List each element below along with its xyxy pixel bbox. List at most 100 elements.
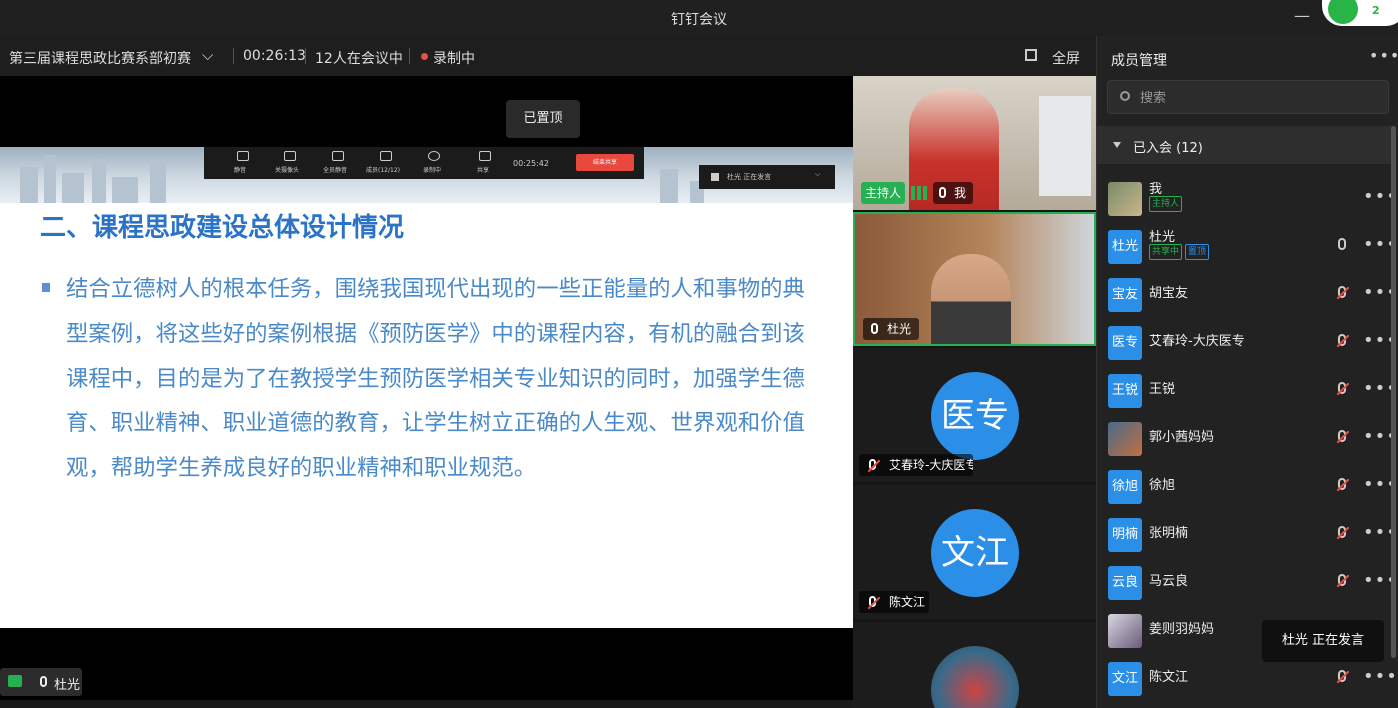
mic-off-icon[interactable] — [1338, 430, 1346, 442]
chevron-down-icon[interactable]: ⌵ — [815, 170, 820, 179]
mic-off-icon[interactable] — [1338, 334, 1346, 346]
camera-icon[interactable] — [284, 151, 296, 161]
mic-off-icon[interactable] — [1338, 670, 1346, 682]
bullet-icon — [42, 283, 50, 292]
toolbar-mute-all[interactable]: 全员静音 — [323, 165, 347, 174]
network-badge: 2 — [1372, 4, 1380, 17]
toolbar-members[interactable]: 成员(12/12) — [366, 165, 400, 174]
mic-off-icon[interactable] — [1338, 382, 1346, 394]
recording-status[interactable]: 录制中 — [433, 48, 475, 68]
network-widget[interactable]: 2 — [1322, 0, 1398, 26]
pinned-label: 已置顶 — [506, 100, 580, 138]
members-icon[interactable] — [380, 151, 392, 161]
video-tile-aichunling[interactable]: 医专 艾春玲-大庆医专 — [853, 348, 1096, 482]
mic-icon[interactable] — [237, 151, 249, 161]
search-box[interactable] — [1107, 80, 1389, 114]
record-icon[interactable] — [428, 151, 440, 161]
member-name: 王锐 — [1149, 382, 1176, 397]
mic-off-icon[interactable] — [1338, 478, 1346, 490]
member-row[interactable]: 徐旭 徐旭 ••• — [1097, 462, 1397, 510]
member-avatar: 宝友 — [1108, 278, 1142, 312]
mic-off-icon[interactable] — [1338, 574, 1346, 586]
panel-scrollbar[interactable] — [1391, 126, 1396, 658]
more-icon[interactable]: ••• — [1363, 666, 1398, 687]
speaking-toast: 杜光 正在发言 — [1262, 620, 1384, 662]
active-speaker-name: 杜光 — [54, 678, 81, 693]
member-row[interactable]: 云良 马云良 ••• — [1097, 558, 1397, 606]
member-avatar: 王锐 — [1108, 374, 1142, 408]
participant-name: 艾春玲-大庆医专 — [889, 458, 973, 472]
slide-next-arrow[interactable] — [833, 358, 853, 418]
title-bar: 钉钉会议 — 2 — [0, 0, 1398, 36]
member-row[interactable]: 王锐 王锐 ••• — [1097, 366, 1397, 414]
collapse-triangle-icon[interactable] — [1113, 142, 1121, 148]
participant-label: 艾春玲-大庆医专 — [859, 454, 973, 476]
member-panel: 成员管理 ••• 已入会 (12) 我 主持人 ••• 杜光 杜光 共享中 置顶… — [1096, 36, 1398, 708]
toolbar-share[interactable]: 共享 — [477, 165, 489, 174]
member-avatar — [1108, 182, 1142, 216]
member-row[interactable]: 宝友 胡宝友 ••• — [1097, 270, 1397, 318]
fullscreen-button[interactable]: 全屏 — [1052, 48, 1080, 68]
building-shape — [150, 163, 166, 203]
member-name: 陈文江 — [1149, 670, 1189, 685]
toolbar-camera[interactable]: 关摄像头 — [275, 165, 299, 174]
divider — [305, 48, 306, 64]
fullscreen-icon[interactable] — [1025, 49, 1037, 61]
participant-avatar — [931, 646, 1019, 708]
divider — [233, 48, 234, 64]
pinned-badge: 置顶 — [1185, 244, 1210, 260]
record-dot-icon — [421, 53, 428, 60]
building-shape — [112, 177, 138, 203]
more-icon[interactable]: ••• — [1369, 46, 1398, 65]
video-tile-speaker[interactable]: 杜光 — [853, 212, 1096, 346]
audio-bars-icon — [711, 173, 719, 181]
member-row[interactable]: 医专 艾春玲-大庆医专 ••• — [1097, 318, 1397, 366]
member-avatar: 杜光 — [1108, 230, 1142, 264]
speaking-text: 杜光 正在发言 — [727, 173, 772, 181]
minimize-button[interactable]: — — [1294, 6, 1310, 25]
member-name: 马云良 — [1149, 574, 1189, 589]
member-row[interactable]: 郭小茜妈妈 ••• — [1097, 414, 1397, 462]
participant-label: 杜光 — [863, 318, 919, 340]
search-input[interactable] — [1138, 87, 1382, 109]
building-shape — [20, 167, 38, 203]
toolbar-record[interactable]: 录制中 — [423, 165, 441, 174]
member-name: 我 — [1149, 182, 1163, 197]
video-gallery: 主持人 我 杜光 医专 艾春玲-大庆医专 文江 陈文江 — [853, 76, 1096, 708]
share-icon[interactable] — [479, 151, 491, 161]
mic-icon — [939, 187, 946, 198]
participant-label: 我 — [933, 182, 973, 204]
member-row[interactable]: 明楠 张明楠 ••• — [1097, 510, 1397, 558]
toolbar-mute[interactable]: 静音 — [234, 165, 246, 174]
participant-name: 杜光 — [887, 322, 912, 336]
mic-off-icon — [869, 596, 876, 607]
attendee-count[interactable]: 12人在会议中 — [315, 48, 403, 68]
meeting-name[interactable]: 第三届课程思政比赛系部初赛 — [9, 48, 191, 68]
building-shape — [62, 173, 84, 203]
chevron-down-icon[interactable]: ⌵ — [202, 46, 213, 64]
group-header[interactable]: 已入会 (12) — [1097, 126, 1393, 164]
mic-off-icon[interactable] — [1338, 286, 1346, 298]
slide-paragraph: 结合立德树人的根本任务，围绕我国现代出现的一些正能量的人和事物的典型案例，将这些… — [66, 276, 805, 482]
video-tile-chenwenjiang[interactable]: 文江 陈文江 — [853, 485, 1096, 619]
member-row[interactable]: 我 主持人 ••• — [1097, 174, 1397, 222]
sharing-badge: 共享中 — [1149, 244, 1183, 260]
screen-share-icon — [8, 675, 22, 687]
participant-video — [931, 254, 1011, 344]
member-name: 杜光 — [1149, 230, 1176, 245]
video-tile-more[interactable] — [853, 622, 1096, 708]
member-row[interactable]: 杜光 杜光 共享中 置顶 ••• — [1097, 222, 1397, 270]
end-share-button[interactable]: 结束共享 — [576, 154, 634, 171]
mic-off-icon[interactable] — [1338, 526, 1346, 538]
divider — [409, 48, 410, 64]
member-name: 胡宝友 — [1149, 286, 1189, 301]
share-toolbar: 静音 关摄像头 全员静音 成员(12/12) 录制中 共享 00:25:42 结… — [204, 147, 644, 179]
active-speaker-tag: 杜光 — [0, 668, 82, 696]
member-avatar: 明楠 — [1108, 518, 1142, 552]
building-shape — [660, 169, 678, 203]
office-shelf — [1039, 96, 1091, 196]
video-tile-self[interactable]: 主持人 我 — [853, 76, 1096, 210]
mute-all-icon[interactable] — [332, 151, 344, 161]
mic-icon[interactable] — [1338, 238, 1346, 250]
member-name: 艾春玲-大庆医专 — [1149, 334, 1245, 349]
